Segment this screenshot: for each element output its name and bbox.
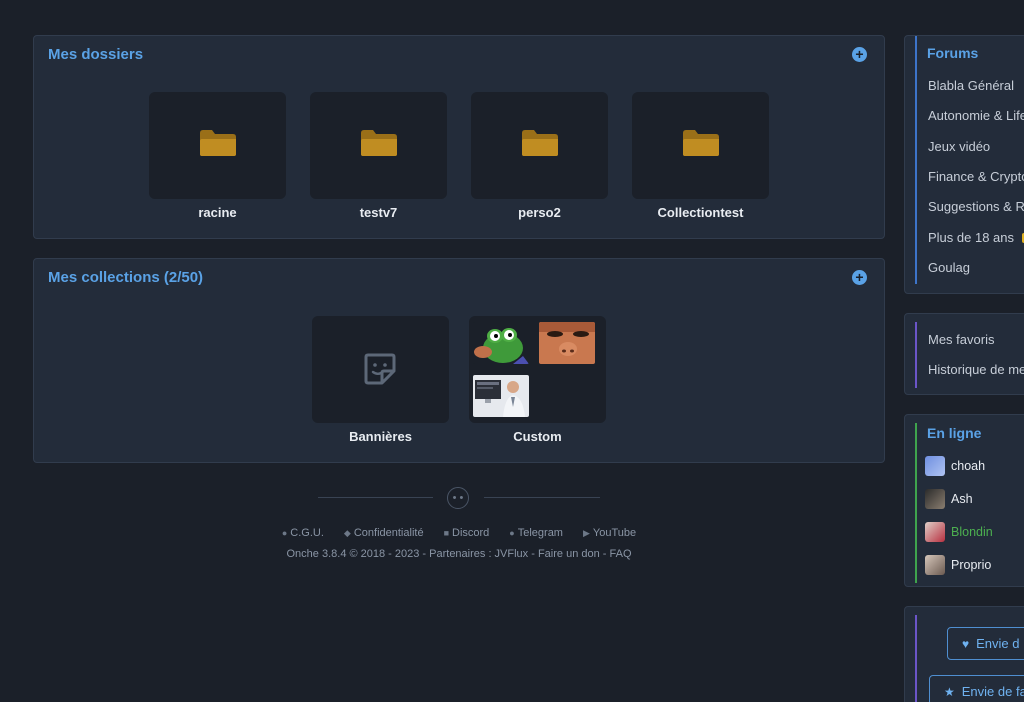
face-closeup-thumbnail: [539, 322, 595, 364]
forum-link-18-ans[interactable]: Plus de 18 ans: [928, 230, 1024, 245]
discord-icon: ■: [443, 528, 449, 538]
forum-link-goulag[interactable]: Goulag: [928, 260, 970, 275]
footer-link-label: YouTube: [592, 527, 637, 539]
folder-label: Collectiontest: [657, 205, 744, 220]
online-box: En ligne choah Ash Blondin Proprio: [904, 414, 1024, 587]
folder-tile-collectiontest[interactable]: Collectiontest: [632, 92, 769, 220]
footer-link-label: Confidentialité: [353, 527, 424, 539]
collection-box[interactable]: [312, 316, 449, 423]
collection-label: Bannières: [349, 429, 412, 444]
footer-link-cgu[interactable]: ● C.G.U.: [282, 527, 324, 539]
button-label: Envie de fa: [961, 684, 1024, 699]
add-folder-button[interactable]: +: [852, 47, 867, 62]
folder-box[interactable]: [632, 92, 769, 199]
folder-box[interactable]: [471, 92, 608, 199]
forum-link-jeux-video[interactable]: Jeux vidéo: [928, 139, 990, 154]
online-username: Blondin: [951, 525, 993, 539]
folder-icon: [683, 130, 719, 156]
footer-link-label: C.G.U.: [290, 527, 324, 539]
online-accent-bar: [915, 423, 917, 583]
folder-box[interactable]: [149, 92, 286, 199]
footer-link-discord[interactable]: ■ Discord: [444, 527, 490, 539]
folder-box[interactable]: [310, 92, 447, 199]
collections-title: Mes collections (2/50): [48, 269, 204, 286]
envie-button-heart[interactable]: ♥ Envie d: [947, 627, 1024, 660]
forum-link-label: Plus de 18 ans: [928, 230, 1015, 245]
avatar: [925, 522, 945, 542]
folder-icon: [200, 130, 236, 156]
forums-title: Forums: [927, 45, 979, 61]
personal-links-box: Mes favoris Historique de me: [904, 313, 1024, 395]
footer-divider-right: [484, 497, 600, 498]
add-collection-button[interactable]: +: [852, 270, 867, 285]
online-user-proprio[interactable]: Proprio: [925, 555, 991, 575]
folders-title: Mes dossiers: [48, 46, 144, 63]
forums-accent-bar: [915, 36, 917, 284]
folder-icon: [522, 130, 558, 156]
forum-link-autonomie[interactable]: Autonomie & Life: [928, 108, 1024, 123]
history-link[interactable]: Historique de me: [928, 362, 1024, 377]
actions-box: ♥ Envie d ★ Envie de fa: [904, 606, 1024, 702]
favorites-link[interactable]: Mes favoris: [928, 332, 994, 347]
avatar: [925, 456, 945, 476]
forum-link-suggestions[interactable]: Suggestions & R: [928, 199, 1024, 214]
star-icon: ★: [944, 684, 955, 699]
folder-list: racine testv7 perso2 Collectiontest: [34, 92, 884, 220]
forums-box: Forums Blabla Général Autonomie & Life J…: [904, 35, 1024, 294]
folders-panel: Mes dossiers + racine testv7 perso2 Coll…: [33, 35, 885, 239]
folder-label: racine: [198, 205, 237, 220]
forum-link-blabla[interactable]: Blabla Général: [928, 78, 1014, 93]
folder-tile-perso2[interactable]: perso2: [471, 92, 608, 220]
folder-tile-racine[interactable]: racine: [149, 92, 286, 220]
heart-icon: ♥: [962, 636, 970, 651]
collection-box[interactable]: [469, 316, 606, 423]
footer-divider-left: [318, 497, 433, 498]
button-label: Envie d: [976, 636, 1020, 651]
info-icon: ●: [281, 528, 288, 538]
page: Mes dossiers + racine testv7 perso2 Coll…: [0, 0, 1024, 702]
collection-label: Custom: [513, 429, 562, 444]
shield-icon: ◆: [343, 528, 351, 538]
collections-panel: Mes collections (2/50) + Bannières Custo…: [33, 258, 885, 463]
footer-link-privacy[interactable]: ◆ Confidentialité: [344, 527, 424, 539]
collection-list: Bannières Custom: [34, 316, 884, 444]
frog-sticker-thumbnail: [473, 322, 529, 364]
folder-label: testv7: [359, 205, 398, 220]
footer-copyright: Onche 3.8.4 © 2018 - 2023 - Partenaires …: [286, 548, 632, 560]
collection-tile-custom[interactable]: Custom: [469, 316, 606, 444]
envie-button-star[interactable]: ★ Envie de fa: [929, 675, 1024, 702]
forum-link-finance[interactable]: Finance & Crypto: [928, 169, 1024, 184]
folder-icon: [361, 130, 397, 156]
avatar: [925, 555, 945, 575]
footer-link-youtube[interactable]: ▶ YouTube: [583, 527, 636, 539]
personal-accent-bar: [915, 322, 917, 388]
folder-tile-testv7[interactable]: testv7: [310, 92, 447, 220]
folder-label: perso2: [518, 205, 561, 220]
footer-links: ● C.G.U. ◆ Confidentialité ■ Discord ● Teleg…: [0, 527, 918, 539]
sticker-icon: [364, 353, 396, 385]
youtube-icon: ▶: [582, 528, 590, 538]
footer-link-label: Discord: [452, 527, 490, 539]
footer-link-label: Telegram: [517, 527, 563, 539]
telegram-icon: ●: [509, 528, 515, 538]
online-user-blondin[interactable]: Blondin: [925, 522, 993, 542]
online-username: choah: [951, 459, 986, 473]
actions-accent-bar: [915, 615, 917, 702]
smiley-icon: • •: [447, 487, 469, 509]
online-title: En ligne: [927, 425, 982, 441]
online-username: Ash: [951, 492, 973, 506]
collection-tile-bannieres[interactable]: Bannières: [312, 316, 449, 444]
online-user-ash[interactable]: Ash: [925, 489, 973, 509]
footer-link-telegram[interactable]: ● Telegram: [509, 527, 563, 539]
avatar: [925, 489, 945, 509]
computer-man-thumbnail: [473, 375, 529, 417]
online-user-choah[interactable]: choah: [925, 456, 985, 476]
online-username: Proprio: [951, 558, 992, 572]
